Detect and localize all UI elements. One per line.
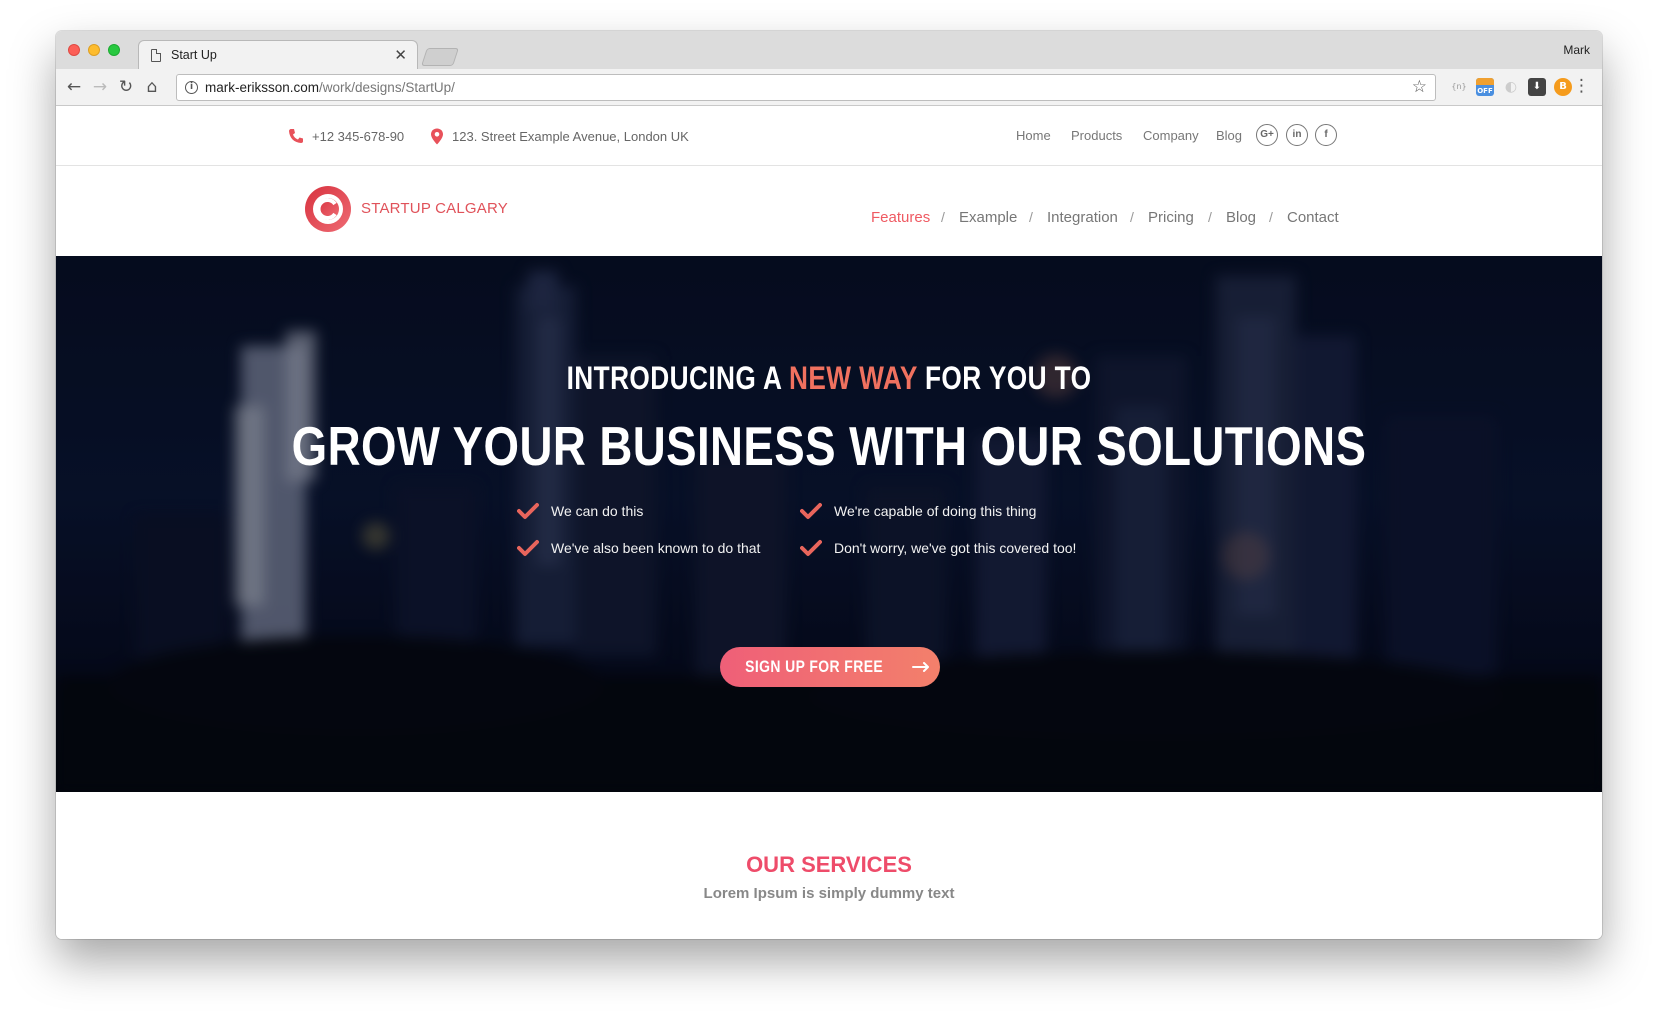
- facebook-icon[interactable]: f: [1315, 124, 1337, 146]
- feature-text: We can do this: [551, 503, 644, 519]
- close-window-button[interactable]: [68, 44, 80, 56]
- hero-intro-post: FOR YOU TO: [917, 360, 1092, 396]
- tab-title: Start Up: [171, 48, 217, 62]
- profile-name[interactable]: Mark: [1563, 43, 1590, 57]
- main-navigation: STARTUP CALGARY Features / Example / Int…: [56, 166, 1602, 256]
- info-icon[interactable]: i: [185, 81, 198, 94]
- nav-separator: /: [1029, 209, 1033, 225]
- hero-intro-pre: INTRODUCING A: [566, 360, 790, 396]
- url-host: mark-eriksson.com: [205, 80, 320, 95]
- address-text: 123. Street Example Avenue, London UK: [452, 129, 689, 144]
- json-extension-icon[interactable]: {n}: [1450, 78, 1468, 96]
- check-icon: [517, 540, 539, 556]
- address-contact: 123. Street Example Avenue, London UK: [430, 128, 689, 145]
- bookmark-star-icon[interactable]: ☆: [1412, 77, 1427, 97]
- nav-separator: /: [1208, 209, 1212, 225]
- nav-features[interactable]: Features: [871, 209, 930, 226]
- nav-example[interactable]: Example: [959, 209, 1017, 226]
- nav-separator: /: [1130, 209, 1134, 225]
- feature-item: We can do this: [517, 502, 643, 520]
- url-path: /work/designs/StartUp/: [319, 80, 455, 95]
- feature-text: We've also been known to do that: [551, 540, 761, 556]
- phone-number: +12 345-678-90: [312, 128, 405, 144]
- google-plus-icon[interactable]: G+: [1256, 124, 1278, 146]
- feature-text: Don't worry, we've got this covered too!: [834, 540, 1077, 556]
- download-extension-icon[interactable]: ⬇: [1528, 78, 1546, 96]
- toplink-home[interactable]: Home: [1016, 128, 1051, 143]
- nav-integration[interactable]: Integration: [1047, 209, 1118, 226]
- linkedin-icon[interactable]: in: [1286, 124, 1308, 146]
- toplink-blog[interactable]: Blog: [1216, 128, 1242, 143]
- more-menu-icon[interactable]: ⋮: [1573, 76, 1590, 96]
- url-text: mark-eriksson.com/work/designs/StartUp/: [205, 80, 455, 95]
- browser-toolbar: ← → ↻ ⌂ i mark-eriksson.com/work/designs…: [56, 69, 1602, 106]
- phone-icon: [289, 129, 303, 143]
- tab-close-icon[interactable]: ✕: [394, 46, 407, 64]
- arrow-right-icon: [912, 662, 930, 672]
- brand-name[interactable]: STARTUP CALGARY: [361, 200, 508, 217]
- check-icon: [800, 503, 822, 519]
- hero-intro-heading: INTRODUCING A NEW WAY FOR YOU TO: [195, 360, 1463, 397]
- sign-up-button[interactable]: SIGN UP FOR FREE: [720, 647, 940, 687]
- nav-contact[interactable]: Contact: [1287, 209, 1339, 226]
- new-tab-button[interactable]: [421, 48, 459, 66]
- toplink-products[interactable]: Products: [1071, 128, 1122, 143]
- startup-calgary-logo-icon[interactable]: [304, 185, 352, 233]
- nav-separator: /: [1269, 209, 1273, 225]
- feature-item: We're capable of doing this thing: [800, 502, 1036, 520]
- location-pin-icon: [431, 128, 443, 145]
- shield-extension-icon[interactable]: ◐: [1502, 78, 1520, 96]
- page-icon: [151, 49, 161, 62]
- hero-section: INTRODUCING A NEW WAY FOR YOU TO GROW YO…: [56, 256, 1602, 792]
- check-icon: [517, 503, 539, 519]
- coupon-extension-icon[interactable]: OFF: [1476, 78, 1494, 96]
- hero-intro-accent: NEW WAY: [789, 360, 918, 396]
- sign-up-label: SIGN UP FOR FREE: [745, 657, 883, 676]
- back-arrow-icon[interactable]: ←: [62, 75, 86, 99]
- minimize-window-button[interactable]: [88, 44, 100, 56]
- hero-overlay: [56, 256, 1602, 792]
- top-contact-bar: +12 345-678-90 123. Street Example Avenu…: [56, 106, 1602, 166]
- reload-icon[interactable]: ↻: [114, 75, 138, 99]
- browser-tab[interactable]: Start Up ✕: [138, 40, 418, 70]
- coupon-extension-label: OFF: [1477, 87, 1493, 95]
- feature-item: We've also been known to do that: [517, 539, 760, 557]
- home-icon[interactable]: ⌂: [140, 75, 164, 99]
- hero-main-heading: GROW YOUR BUSINESS WITH OUR SOLUTIONS: [291, 415, 1367, 477]
- address-bar[interactable]: i mark-eriksson.com/work/designs/StartUp…: [176, 74, 1436, 101]
- feature-text: We're capable of doing this thing: [834, 503, 1037, 519]
- feature-item: Don't worry, we've got this covered too!: [800, 539, 1076, 557]
- zoom-window-button[interactable]: [108, 44, 120, 56]
- web-page: +12 345-678-90 123. Street Example Avenu…: [56, 106, 1602, 939]
- check-icon: [800, 540, 822, 556]
- nav-pricing[interactable]: Pricing: [1148, 209, 1194, 226]
- services-title: OUR SERVICES: [746, 852, 912, 877]
- services-subtitle: Lorem Ipsum is simply dummy text: [703, 885, 955, 902]
- toplink-company[interactable]: Company: [1143, 128, 1199, 143]
- phone-contact[interactable]: +12 345-678-90: [288, 128, 404, 144]
- tab-strip: Start Up ✕ Mark: [56, 31, 1602, 70]
- forward-arrow-icon[interactable]: →: [88, 75, 112, 99]
- nav-blog[interactable]: Blog: [1226, 209, 1256, 226]
- browser-window: Start Up ✕ Mark ← → ↻ ⌂ i mark-eriksson.…: [56, 31, 1602, 939]
- nav-separator: /: [941, 209, 945, 225]
- bitcoin-extension-icon[interactable]: B: [1554, 78, 1572, 96]
